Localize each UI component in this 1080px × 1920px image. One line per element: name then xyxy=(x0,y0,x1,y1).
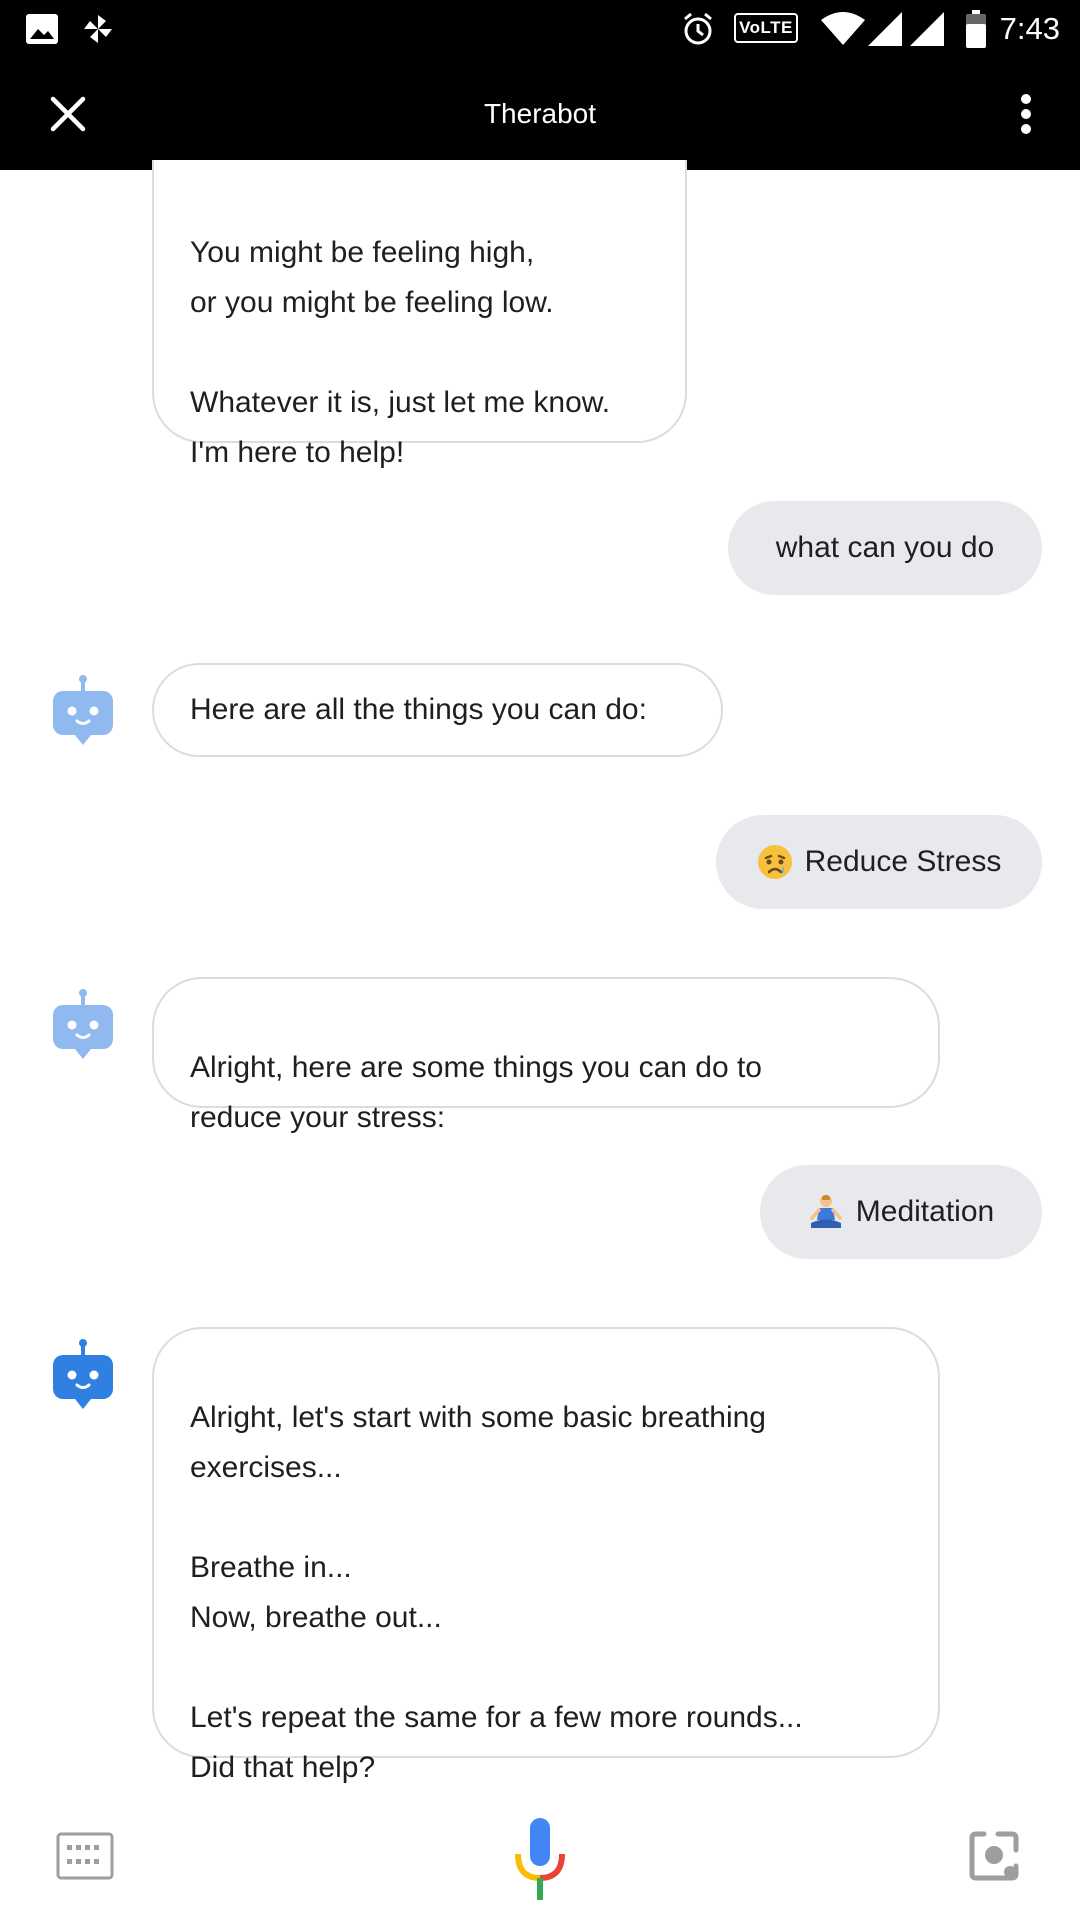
more-options-button[interactable] xyxy=(994,82,1058,146)
lens-button[interactable] xyxy=(968,1830,1020,1882)
user-message: Reduce Stress xyxy=(716,815,1042,909)
close-icon xyxy=(50,96,86,132)
wifi-icon xyxy=(820,12,866,51)
user-message-text: Meditation xyxy=(855,1195,995,1228)
bot-message-text: You might be feeling high, or you might … xyxy=(190,236,611,469)
bot-avatar-icon xyxy=(50,675,116,749)
gallery-icon xyxy=(26,14,58,49)
more-vert-icon xyxy=(1021,94,1031,134)
signal-icon xyxy=(868,12,902,51)
alarm-icon xyxy=(680,11,716,52)
battery-icon xyxy=(966,10,986,53)
meditating-person-emoji xyxy=(808,1194,844,1230)
bot-message: Alright, let's start with some basic bre… xyxy=(152,1327,940,1784)
bot-message-text: Alright, here are some things you can do… xyxy=(190,1051,762,1134)
bot-message: Here are all the things you can do: xyxy=(152,663,723,757)
user-message: what can you do xyxy=(728,501,1042,595)
bot-message: You might be feeling high, or you might … xyxy=(152,160,687,469)
pinwheel-icon xyxy=(80,11,116,52)
status-time: 7:43 xyxy=(999,11,1060,46)
user-message: Meditation xyxy=(760,1165,1042,1259)
bot-message-text: Alright, let's start with some basic bre… xyxy=(190,1401,803,1784)
app-bar: Therabot xyxy=(0,58,1080,170)
microphone-button[interactable] xyxy=(512,1818,568,1902)
bot-avatar-icon xyxy=(50,989,116,1063)
microphone-icon xyxy=(515,1818,565,1900)
keyboard-button[interactable] xyxy=(56,1832,114,1880)
user-message-text: Reduce Stress xyxy=(804,845,1002,878)
bot-message: Alright, here are some things you can do… xyxy=(152,977,940,1134)
bot-avatar-icon xyxy=(50,1339,116,1413)
screen: VoLTE 7:43 Therabot You might be feeling… xyxy=(0,0,1080,1920)
status-bar: VoLTE 7:43 xyxy=(0,0,1080,58)
keyboard-icon xyxy=(56,1832,114,1880)
input-bar xyxy=(0,1800,1080,1920)
bot-message-text: Here are all the things you can do: xyxy=(190,693,647,726)
close-button[interactable] xyxy=(36,82,100,146)
user-message-text: what can you do xyxy=(775,531,995,564)
sad-face-emoji xyxy=(757,844,793,880)
lens-icon xyxy=(969,1831,1019,1881)
app-title: Therabot xyxy=(483,98,597,129)
volte-badge: VoLTE xyxy=(734,13,798,43)
signal-icon-2 xyxy=(910,12,944,51)
